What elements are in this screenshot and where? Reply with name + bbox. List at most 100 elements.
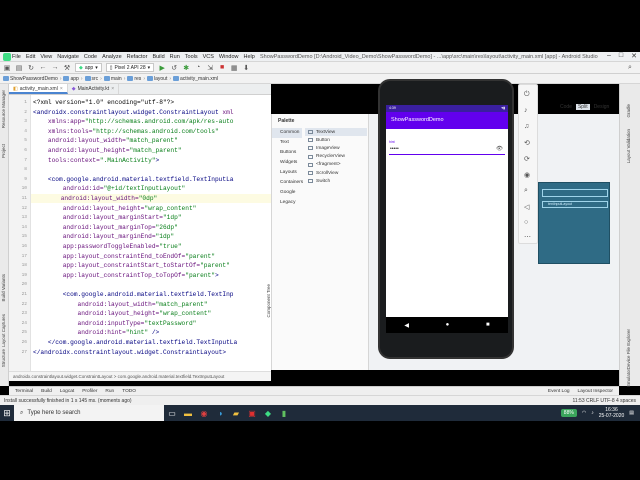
tab-profiler[interactable]: Profiler xyxy=(82,389,97,394)
palette-item[interactable]: ImageView xyxy=(305,144,367,152)
palette-item[interactable]: <fragment> xyxy=(305,161,367,169)
blueprint-preview[interactable]: textInputLayout xyxy=(538,182,610,264)
home-nav-icon[interactable]: ● xyxy=(446,322,450,328)
tab-design[interactable]: Design xyxy=(594,104,610,110)
breadcrumb-item[interactable]: src xyxy=(84,76,98,82)
structure-tab[interactable]: Structure xyxy=(1,349,6,367)
breadcrumb-item[interactable]: main xyxy=(103,76,122,82)
eye-toggle-icon[interactable]: 👁 xyxy=(496,146,503,152)
volume-up-icon[interactable]: ♪ xyxy=(524,107,528,114)
camera-icon[interactable]: ◉ xyxy=(524,171,530,179)
run-icon[interactable]: ▶ xyxy=(158,64,166,72)
tab-event-log[interactable]: Event Log xyxy=(548,389,570,394)
module-selector[interactable]: ◆ app ▾ xyxy=(75,63,102,72)
home-icon[interactable]: ○ xyxy=(524,219,528,226)
palette-item[interactable]: Switch xyxy=(305,177,367,185)
taskbar-search[interactable]: ⌕ Type here to search xyxy=(14,405,164,421)
palette-item[interactable]: ScrollView xyxy=(305,169,367,177)
palette-category-text[interactable]: Text xyxy=(272,138,302,148)
password-field[interactable]: ••••• 👁 xyxy=(389,146,505,155)
blueprint-text-input[interactable]: textInputLayout xyxy=(542,201,608,208)
palette-item[interactable]: TextView xyxy=(305,128,367,137)
menu-item-edit[interactable]: Edit xyxy=(26,54,35,60)
close-icon[interactable]: × xyxy=(111,86,114,92)
profile-icon[interactable]: ◔ xyxy=(194,64,202,71)
attach-icon[interactable]: ⇲ xyxy=(206,64,214,72)
tab-main-activity[interactable]: ◆ MainActivity.kt × xyxy=(68,84,120,94)
pdf-icon[interactable]: ▣ xyxy=(244,405,260,421)
tab-activity-main[interactable]: ◧ activity_main.xml × xyxy=(9,84,68,94)
palette-category-widgets[interactable]: Widgets xyxy=(272,158,302,168)
palette-category-common[interactable]: Common xyxy=(272,128,302,138)
palette-item[interactable]: RecyclerView xyxy=(305,153,367,161)
component-tree-tab[interactable]: Component Tree xyxy=(266,284,271,318)
emulator-screen[interactable]: 4:39 ▾▮ ShowPasswordDemo hint ••••• 👁 ◀ … xyxy=(386,105,508,333)
palette-category-containers[interactable]: Containers xyxy=(272,178,303,188)
back-icon[interactable]: ← xyxy=(39,64,47,71)
back-icon[interactable]: ◁ xyxy=(524,203,529,211)
edge-icon[interactable]: ◑ xyxy=(212,405,228,421)
palette-item[interactable]: Button xyxy=(305,136,367,144)
menu-item-analyze[interactable]: Analyze xyxy=(102,54,122,60)
resource-manager-tab[interactable]: Resource Manager xyxy=(1,90,6,128)
volume-down-icon[interactable]: ♫ xyxy=(524,123,529,130)
folder-open-icon[interactable]: ▣ xyxy=(3,64,11,72)
breadcrumb-item[interactable]: activity_main.xml xyxy=(173,76,218,82)
notifications-icon[interactable]: ▤ xyxy=(629,410,634,416)
breadcrumb-item[interactable]: res xyxy=(127,76,141,82)
tab-code[interactable]: Code xyxy=(560,104,572,110)
android-studio-icon[interactable]: ◆ xyxy=(260,405,276,421)
code-editor[interactable]: <?xml version="1.0" encoding="utf-8"?> <a… xyxy=(9,95,271,371)
tab-todo[interactable]: TODO xyxy=(122,389,136,394)
maximize-icon[interactable]: □ xyxy=(619,52,623,60)
tab-split[interactable]: Split xyxy=(575,104,590,110)
tab-layout-inspector[interactable]: Layout Inspector xyxy=(578,389,613,394)
device-selector[interactable]: ▯ Pixel 2 API 28 ▾ xyxy=(105,63,155,72)
hammer-icon[interactable]: ⚒ xyxy=(63,64,71,72)
stop-icon[interactable]: ■ xyxy=(218,64,226,71)
minimize-icon[interactable]: – xyxy=(607,52,611,60)
folder-icon[interactable]: ▰ xyxy=(228,405,244,421)
menu-item-help[interactable]: Help xyxy=(243,54,254,60)
gradle-tab[interactable]: Gradle xyxy=(626,104,631,118)
windows-start-icon[interactable]: ⊞ xyxy=(0,405,14,421)
clock[interactable]: 16:36 25-07-2020 xyxy=(599,407,625,419)
file-explorer-icon[interactable]: ▬ xyxy=(180,405,196,421)
close-icon[interactable]: × xyxy=(60,86,63,92)
zoom-icon[interactable]: ⌕ xyxy=(524,187,528,195)
build-variants-tab[interactable]: Build Variants xyxy=(1,274,6,301)
menu-item-build[interactable]: Build xyxy=(152,54,164,60)
volume-icon[interactable]: ♪ xyxy=(591,410,594,416)
search-icon[interactable]: ⌕ xyxy=(626,64,634,72)
breadcrumb-item[interactable]: app xyxy=(63,76,79,82)
battery-indicator[interactable]: 88% xyxy=(560,409,577,417)
tab-terminal[interactable]: Terminal xyxy=(15,389,33,394)
more-icon[interactable]: ⋯ xyxy=(524,233,531,241)
menu-item-window[interactable]: Window xyxy=(219,54,239,60)
layout-validation-tab[interactable]: Layout Validation xyxy=(626,129,631,163)
close-icon[interactable]: ✕ xyxy=(631,52,637,60)
rotate-left-icon[interactable]: ⟲ xyxy=(524,139,530,147)
menu-item-run[interactable]: Run xyxy=(170,54,180,60)
save-icon[interactable]: ▤ xyxy=(15,64,23,72)
sdk-manager-icon[interactable]: ⬇ xyxy=(242,64,250,72)
menu-item-file[interactable]: File xyxy=(12,54,21,60)
palette-category-layouts[interactable]: Layouts xyxy=(272,168,302,178)
forward-icon[interactable]: → xyxy=(51,64,59,71)
palette-category-buttons[interactable]: Buttons xyxy=(272,148,302,158)
menu-item-refactor[interactable]: Refactor xyxy=(127,54,148,60)
layout-captures-tab[interactable]: Layout Captures xyxy=(1,314,6,347)
sync-icon[interactable]: ↻ xyxy=(27,64,35,72)
menu-item-navigate[interactable]: Navigate xyxy=(57,54,79,60)
green-app-icon[interactable]: ▮ xyxy=(276,405,292,421)
menu-item-view[interactable]: View xyxy=(40,54,52,60)
palette-category-legacy[interactable]: Legacy xyxy=(272,198,302,208)
device-file-explorer-tab[interactable]: Device File Explorer xyxy=(626,329,631,369)
power-icon[interactable]: ⏻ xyxy=(524,91,530,99)
task-view-icon[interactable]: ▭ xyxy=(164,405,180,421)
recents-nav-icon[interactable]: ■ xyxy=(486,322,490,328)
menu-item-tools[interactable]: Tools xyxy=(185,54,198,60)
breadcrumb-item[interactable]: ShowPasswordDemo xyxy=(3,76,58,82)
menu-item-vcs[interactable]: VCS xyxy=(203,54,214,60)
tab-run[interactable]: Run xyxy=(105,389,114,394)
